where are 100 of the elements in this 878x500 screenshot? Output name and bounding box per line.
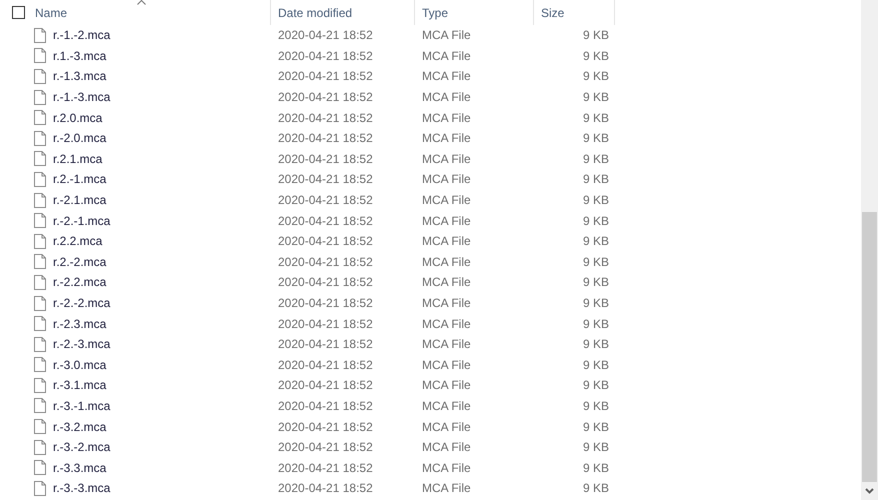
file-size: 9 KB <box>582 130 609 148</box>
file-type: MCA File <box>422 440 471 454</box>
date-modified: 2020-04-21 18:52 <box>278 110 373 125</box>
date-modified: 2020-04-21 18:52 <box>278 214 373 228</box>
file-type: MCA File <box>422 48 471 63</box>
file-name[interactable]: r.-2.1.mca <box>53 191 106 210</box>
file-name[interactable]: r.-2.-1.mca <box>53 212 110 230</box>
file-size: 9 KB <box>582 192 609 210</box>
file-name[interactable]: r.-2.-2.mca <box>53 294 110 312</box>
date-modified: 2020-04-21 18:52 <box>278 69 373 84</box>
file-size: 9 KB <box>582 316 609 333</box>
column-header[interactable]: Name <box>35 4 68 22</box>
date-modified: 2020-04-21 18:52 <box>278 440 373 454</box>
file-name[interactable]: r.2.1.mca <box>53 150 102 168</box>
file-size: 9 KB <box>582 27 609 44</box>
file-size: 9 KB <box>582 480 609 498</box>
file-type: MCA File <box>422 337 471 352</box>
file-name[interactable]: r.2.-2.mca <box>53 252 106 271</box>
date-modified: 2020-04-21 18:52 <box>278 131 373 146</box>
file-icon <box>34 440 46 455</box>
file-size: 9 KB <box>582 212 609 230</box>
file-icon <box>34 192 46 208</box>
file-icon <box>34 28 46 43</box>
file-icon <box>34 68 46 84</box>
column-header[interactable]: Type <box>422 4 448 22</box>
file-size: 9 KB <box>582 150 609 168</box>
file-size: 9 KB <box>582 336 609 354</box>
file-type: MCA File <box>422 420 471 434</box>
file-size: 9 KB <box>582 356 609 374</box>
file-name[interactable]: r.-3.2.mca <box>53 418 106 436</box>
file-size: 9 KB <box>582 254 609 271</box>
file-type: MCA File <box>422 28 471 42</box>
file-type: MCA File <box>422 316 471 331</box>
file-icon <box>34 48 46 64</box>
date-modified: 2020-04-21 18:52 <box>278 48 373 63</box>
file-type: MCA File <box>422 378 471 392</box>
file-type: MCA File <box>422 296 471 310</box>
file-type: MCA File <box>422 460 471 475</box>
file-icon <box>34 110 46 126</box>
file-icon <box>34 254 46 270</box>
file-name[interactable]: r.2.2.mca <box>53 232 102 250</box>
file-name[interactable]: r.1.-3.mca <box>53 46 106 65</box>
file-name[interactable]: r.-2.3.mca <box>53 314 106 333</box>
file-type: MCA File <box>422 172 471 186</box>
date-modified: 2020-04-21 18:52 <box>278 152 373 166</box>
file-name[interactable]: r.-2.-3.mca <box>53 335 110 354</box>
file-type: MCA File <box>422 398 471 413</box>
file-name[interactable]: r.2.0.mca <box>53 108 102 127</box>
file-name[interactable]: r.-3.-1.mca <box>53 396 110 415</box>
file-type: MCA File <box>422 131 471 146</box>
file-icon <box>34 90 46 105</box>
date-modified: 2020-04-21 18:52 <box>278 296 373 310</box>
sort-caret-icon <box>137 0 146 5</box>
file-size: 9 KB <box>582 233 609 250</box>
column-header[interactable]: Size <box>541 4 564 22</box>
file-name[interactable]: r.-3.-3.mca <box>53 479 110 498</box>
file-size: 9 KB <box>582 274 609 292</box>
date-modified: 2020-04-21 18:52 <box>278 481 373 496</box>
date-modified: 2020-04-21 18:52 <box>278 358 373 372</box>
file-name[interactable]: r.-1.3.mca <box>53 67 106 86</box>
select-all-checkbox[interactable] <box>12 6 25 19</box>
file-name[interactable]: r.-3.3.mca <box>53 458 106 477</box>
file-type: MCA File <box>422 234 471 248</box>
scrollbar-thumb[interactable] <box>862 212 877 482</box>
file-name[interactable]: r.-2.2.mca <box>53 273 106 292</box>
file-size: 9 KB <box>582 418 609 436</box>
file-icon <box>34 296 46 311</box>
file-name[interactable]: r.2.-1.mca <box>53 170 106 188</box>
file-icon <box>34 130 46 146</box>
date-modified: 2020-04-21 18:52 <box>278 254 373 269</box>
file-icon <box>34 213 46 228</box>
date-modified: 2020-04-21 18:52 <box>278 193 373 208</box>
date-modified: 2020-04-21 18:52 <box>278 316 373 331</box>
file-name[interactable]: r.-1.-2.mca <box>53 26 110 44</box>
file-name[interactable]: r.-3.0.mca <box>53 356 106 374</box>
file-size: 9 KB <box>582 68 609 86</box>
file-icon <box>34 234 46 249</box>
scrollbar[interactable] <box>861 0 878 500</box>
file-name[interactable]: r.-3.-2.mca <box>53 438 110 456</box>
file-size: 9 KB <box>582 377 609 394</box>
file-icon <box>34 419 46 434</box>
scroll-down-icon[interactable] <box>865 488 874 494</box>
file-size: 9 KB <box>582 48 609 65</box>
file-type: MCA File <box>422 481 471 496</box>
column-header[interactable]: Date modified <box>278 4 352 22</box>
file-type: MCA File <box>422 69 471 84</box>
file-size: 9 KB <box>582 398 609 415</box>
file-type: MCA File <box>422 358 471 372</box>
date-modified: 2020-04-21 18:52 <box>278 275 373 290</box>
file-size: 9 KB <box>582 110 609 127</box>
file-type: MCA File <box>422 152 471 166</box>
file-type: MCA File <box>422 214 471 228</box>
file-size: 9 KB <box>582 171 609 188</box>
file-name[interactable]: r.-2.0.mca <box>53 129 106 148</box>
file-icon <box>34 316 46 332</box>
file-name[interactable]: r.-1.-3.mca <box>53 88 110 106</box>
file-name[interactable]: r.-3.1.mca <box>53 376 106 394</box>
date-modified: 2020-04-21 18:52 <box>278 234 373 248</box>
file-size: 9 KB <box>582 439 609 456</box>
date-modified: 2020-04-21 18:52 <box>278 398 373 413</box>
